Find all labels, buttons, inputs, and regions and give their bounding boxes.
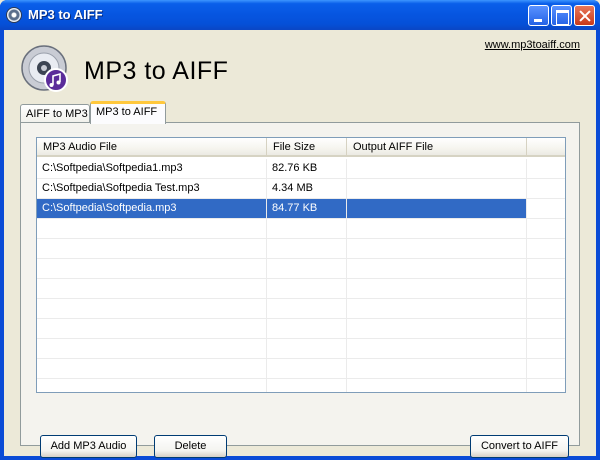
title-bar[interactable]: MP3 to AIFF bbox=[0, 0, 600, 30]
empty-row bbox=[37, 239, 565, 259]
tab-mp3-to-aiff[interactable]: MP3 to AIFF bbox=[90, 101, 166, 124]
cell-file: C:\Softpedia\Softpedia Test.mp3 bbox=[37, 179, 267, 198]
convert-to-aiff-button[interactable]: Convert to AIFF bbox=[470, 435, 569, 458]
maximize-icon[interactable] bbox=[551, 5, 572, 26]
empty-row bbox=[37, 379, 565, 392]
empty-row bbox=[37, 259, 565, 279]
cell-output bbox=[347, 199, 527, 218]
empty-row bbox=[37, 219, 565, 239]
column-header-file[interactable]: MP3 Audio File bbox=[37, 138, 267, 157]
table-row[interactable]: C:\Softpedia\Softpedia Test.mp3 4.34 MB bbox=[37, 179, 565, 199]
table-row[interactable]: C:\Softpedia\Softpedia1.mp3 82.76 KB bbox=[37, 159, 565, 179]
empty-row bbox=[37, 339, 565, 359]
cell-empty bbox=[527, 179, 565, 198]
empty-row bbox=[37, 299, 565, 319]
list-header: MP3 Audio File File Size Output AIFF Fil… bbox=[37, 138, 565, 157]
minimize-icon[interactable] bbox=[528, 5, 549, 26]
empty-row bbox=[37, 319, 565, 339]
cell-size: 84.77 KB bbox=[267, 199, 347, 218]
cell-output bbox=[347, 159, 527, 178]
file-list[interactable]: MP3 Audio File File Size Output AIFF Fil… bbox=[36, 137, 566, 393]
table-row-selected[interactable]: C:\Softpedia\Softpedia.mp3 84.77 KB bbox=[37, 199, 565, 219]
empty-row bbox=[37, 359, 565, 379]
client-area: MP3 to AIFF www.mp3toaiff.com AIFF to MP… bbox=[4, 30, 596, 458]
cell-file: C:\Softpedia\Softpedia1.mp3 bbox=[37, 159, 267, 178]
column-header-size[interactable]: File Size bbox=[267, 138, 347, 157]
app-title: MP3 to AIFF bbox=[84, 57, 229, 85]
column-header-empty bbox=[527, 138, 565, 157]
close-icon[interactable] bbox=[574, 5, 595, 26]
cell-file: C:\Softpedia\Softpedia.mp3 bbox=[37, 199, 267, 218]
website-link[interactable]: www.mp3toaiff.com bbox=[485, 39, 580, 51]
cell-size: 82.76 KB bbox=[267, 159, 347, 178]
empty-row bbox=[37, 279, 565, 299]
cell-size: 4.34 MB bbox=[267, 179, 347, 198]
add-mp3-audio-button[interactable]: Add MP3 Audio bbox=[40, 435, 137, 458]
window-title: MP3 to AIFF bbox=[28, 7, 103, 22]
delete-button[interactable]: Delete bbox=[154, 435, 227, 458]
tab-panel-mp3-to-aiff: MP3 Audio File File Size Output AIFF Fil… bbox=[20, 122, 580, 458]
app-window: MP3 to AIFF MP3 to AIFF www.mp3toaiff.co… bbox=[0, 0, 600, 460]
tab-aiff-to-mp3[interactable]: AIFF to MP3 bbox=[20, 104, 90, 123]
column-header-output[interactable]: Output AIFF File bbox=[347, 138, 527, 157]
app-icon[interactable] bbox=[6, 7, 22, 23]
cell-empty bbox=[527, 159, 565, 178]
cell-empty bbox=[527, 199, 565, 218]
cell-output bbox=[347, 179, 527, 198]
cd-music-icon bbox=[21, 45, 68, 92]
list-body: C:\Softpedia\Softpedia1.mp3 82.76 KB C:\… bbox=[37, 159, 565, 392]
